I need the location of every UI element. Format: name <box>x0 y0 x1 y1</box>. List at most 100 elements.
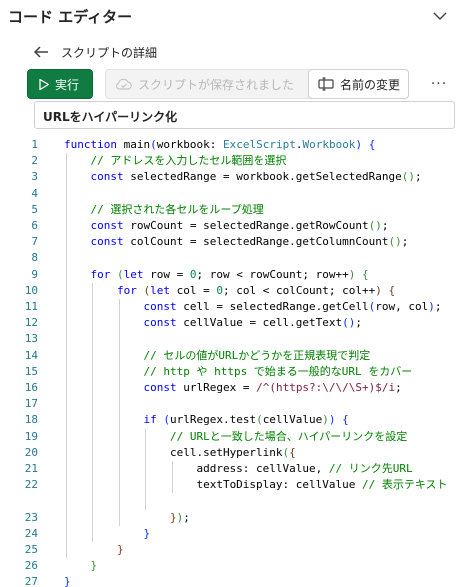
line-number: 14 <box>24 348 38 362</box>
cloud-check-icon <box>115 77 133 91</box>
indent-guide <box>118 299 120 526</box>
line-number: 16 <box>24 381 38 394</box>
rename-button[interactable]: 名前の変更 <box>308 69 409 99</box>
script-name-field[interactable]: URLをハイパーリンク化 <box>34 101 455 129</box>
code-line[interactable]: 26 } <box>0 558 463 574</box>
script-details-label: スクリプトの詳細 <box>61 45 158 60</box>
code-text: const cell = selectedRange.getCell(row, … <box>64 299 441 315</box>
code-line[interactable]: 9 for (let row = 0; row < rowCount; row+… <box>0 267 463 283</box>
line-number: 10 <box>24 283 38 297</box>
saved-status-button: スクリプトが保存されました <box>105 69 325 99</box>
code-text: } <box>64 574 71 587</box>
line-number: 13 <box>24 332 38 346</box>
code-line[interactable]: 8 <box>0 250 463 266</box>
code-token: colCount = selectedRange.getColumnCount <box>123 235 389 249</box>
code-text: function main(workbook: ExcelScript.Work… <box>64 137 375 153</box>
code-line[interactable]: 25 } <box>0 542 463 558</box>
code-line[interactable]: 1 function main(workbook: ExcelScript.Wor… <box>0 137 463 153</box>
code-text: const rowCount = selectedRange.getRowCou… <box>64 218 388 234</box>
more-options-button[interactable]: ··· <box>427 69 451 99</box>
code-token: const <box>64 381 177 394</box>
code-line[interactable] <box>0 493 463 509</box>
code-line[interactable]: 4 <box>0 186 463 202</box>
code-token: const <box>64 219 124 232</box>
line-number: 6 <box>31 219 38 232</box>
chevron-down-icon[interactable] <box>431 8 449 22</box>
line-number: 4 <box>31 186 38 200</box>
code-token: ; <box>355 316 363 330</box>
code-line[interactable]: 21 address: cellValue, // リンク先URL <box>0 461 463 477</box>
line-number: 23 <box>24 510 38 524</box>
line-number: 19 <box>24 429 38 443</box>
code-line[interactable]: 20 cell.setHyperlink({ <box>0 445 463 461</box>
code-token: } <box>90 559 98 573</box>
code-line[interactable]: 18 if (urlRegex.test(cellValue)) { <box>0 412 463 428</box>
pane-title: コード エディター <box>8 8 133 26</box>
code-line[interactable]: 6 const rowCount = selectedRange.getRowC… <box>0 218 463 234</box>
indent-guide <box>171 461 173 494</box>
indent-guide <box>66 153 67 559</box>
code-token: // リンク先URL <box>328 462 413 475</box>
code-line[interactable]: 19 // URLと一致した場合、ハイパーリンクを設定 <box>0 429 463 445</box>
line-number: 21 <box>24 462 38 475</box>
code-text: const colCount = selectedRange.getColumn… <box>64 234 408 250</box>
code-line[interactable]: 22 textToDisplay: cellValue // 表示テキスト <box>0 477 463 493</box>
code-token: () <box>368 219 382 232</box>
code-token: urlRegex = <box>176 381 257 394</box>
code-token: row, col <box>375 300 429 313</box>
code-token: // 表示テキスト <box>362 478 448 492</box>
code-line[interactable]: 3 const selectedRange = workbook.getSele… <box>0 169 463 185</box>
code-line[interactable]: 7 const colCount = selectedRange.getColu… <box>0 234 463 250</box>
line-number: 20 <box>24 445 38 459</box>
code-editor[interactable]: 1 function main(workbook: ExcelScript.Wor… <box>0 133 463 587</box>
code-token: cellValue = cell.getText <box>176 316 343 330</box>
code-text: } <box>64 558 98 574</box>
code-line[interactable]: 10 for (let col = 0; col < colCount; col… <box>0 283 463 299</box>
code-token: ; row < rowCount; row++ <box>196 267 349 281</box>
code-token: 0 <box>216 283 223 297</box>
code-line[interactable]: 24 } <box>0 526 463 542</box>
rename-button-label: 名前の変更 <box>340 77 401 92</box>
code-token: } <box>143 526 151 540</box>
code-line[interactable]: 13 <box>0 331 463 347</box>
more-icon: ··· <box>430 76 448 92</box>
indent-guide <box>145 428 147 510</box>
line-number: 17 <box>24 397 38 411</box>
code-token: const <box>64 170 124 184</box>
code-token: ; <box>183 510 190 524</box>
code-text: } <box>64 542 124 558</box>
code-token: function <box>64 138 117 151</box>
run-button[interactable]: 実行 <box>27 69 93 99</box>
code-token: // 選択された各セルをループ処理 <box>64 202 264 216</box>
code-token: workbook: <box>156 138 223 151</box>
line-number: 5 <box>31 202 38 216</box>
arrow-left-icon[interactable] <box>30 41 52 63</box>
code-line[interactable]: 16 const urlRegex = /^(https?:\/\/\S+)$/… <box>0 380 463 396</box>
code-token: ( <box>150 138 157 151</box>
code-token: rowCount = selectedRange.getRowCount <box>123 219 369 232</box>
code-text: // 選択された各セルをループ処理 <box>64 202 264 218</box>
code-token: () <box>388 235 402 249</box>
code-line[interactable]: 2 // アドレスを入力したセル範囲を選択 <box>0 153 463 169</box>
code-line[interactable]: 23 }); <box>0 510 463 526</box>
code-line[interactable]: 15 // http や https で始まる一般的なURL をカバー <box>0 364 463 380</box>
code-line[interactable]: 11 const cell = selectedRange.getCell(ro… <box>0 299 463 315</box>
line-number: 3 <box>31 170 38 184</box>
code-token: selectedRange = workbook.getSelectedRang… <box>123 170 402 184</box>
code-line[interactable]: 5 // 選択された各セルをループ処理 <box>0 202 463 218</box>
code-line[interactable]: 12 const cellValue = cell.getText(); <box>0 315 463 331</box>
code-token: ( <box>163 413 170 427</box>
code-token: { <box>289 445 296 459</box>
code-line[interactable]: 27} <box>0 574 463 587</box>
line-number: 9 <box>31 267 38 281</box>
code-text: textToDisplay: cellValue // 表示テキスト <box>64 477 448 493</box>
code-token: // セルの値がURLかどうかを正規表現で判定 <box>64 348 371 362</box>
code-text: // http や https で始まる一般的なURL をカバー <box>64 364 412 380</box>
code-line[interactable]: 17 <box>0 396 463 412</box>
code-line[interactable]: 14 // セルの値がURLかどうかを正規表現で判定 <box>0 348 463 364</box>
line-number: 15 <box>24 364 38 378</box>
